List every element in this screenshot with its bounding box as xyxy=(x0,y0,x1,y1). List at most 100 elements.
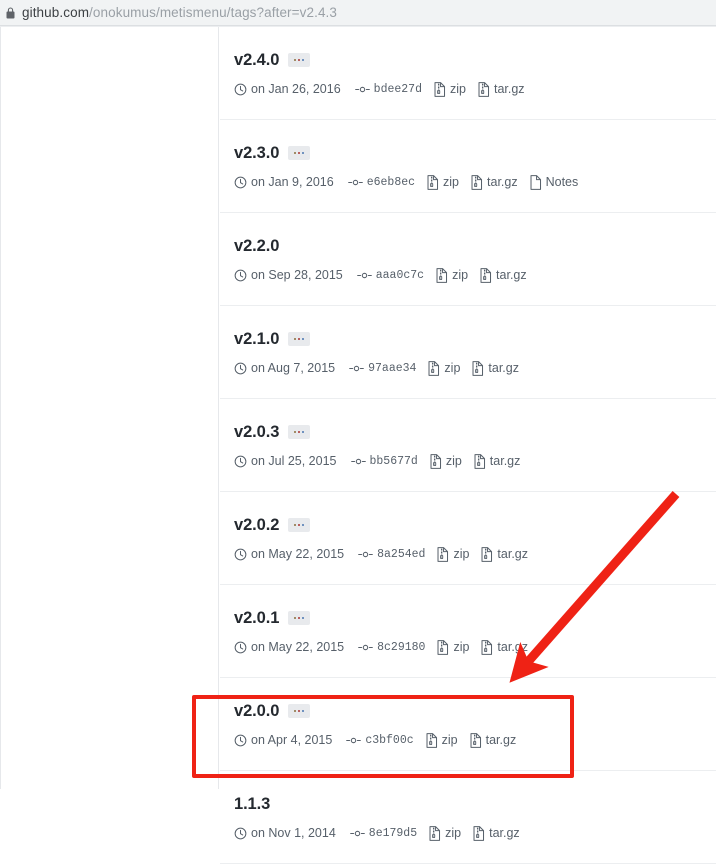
tag-date: on May 22, 2015 xyxy=(251,640,345,654)
download-zip-link: zip xyxy=(453,640,470,654)
file-zip-icon xyxy=(430,453,442,469)
download-targz-link-group[interactable]: tar.gz xyxy=(472,360,519,376)
kebab-dots-badge[interactable] xyxy=(288,53,311,67)
download-targz-link-group[interactable]: tar.gz xyxy=(478,81,525,97)
file-zip-icon xyxy=(434,81,446,97)
tag-commit-hash-group[interactable]: bb5677d xyxy=(350,455,418,468)
release-notes-link: Notes xyxy=(545,175,579,189)
clock-icon xyxy=(234,548,247,561)
clock-icon xyxy=(234,455,247,468)
tag-name-link[interactable]: 1.1.3 xyxy=(234,795,270,814)
kebab-dots-badge[interactable] xyxy=(288,146,311,160)
tag-date: on Jan 26, 2016 xyxy=(251,82,341,96)
tag-meta-line: on Apr 4, 2015 c3bf00c zip tar.gz xyxy=(234,731,716,749)
tag-commit-hash-group[interactable]: 8a254ed xyxy=(358,548,425,561)
release-notes-link-group[interactable]: Notes xyxy=(530,174,579,190)
tag-meta-line: on Jan 26, 2016 bdee27d zip tar.gz xyxy=(234,80,716,98)
page-body: v2.4.0 on Jan 26, 2016 bdee27d zip tar.gz v2.… xyxy=(0,26,716,864)
tag-name-link[interactable]: v2.0.2 xyxy=(234,516,279,535)
kebab-dots-badge[interactable] xyxy=(288,518,311,532)
file-zip-icon xyxy=(427,174,439,190)
download-targz-link-group[interactable]: tar.gz xyxy=(473,825,520,841)
download-zip-link-group[interactable]: zip xyxy=(436,267,469,283)
download-zip-link: zip xyxy=(453,547,470,561)
tag-name-link[interactable]: v2.0.3 xyxy=(234,423,279,442)
tag-name-line: v2.1.0 xyxy=(234,328,716,350)
download-zip-link-group[interactable]: zip xyxy=(426,732,458,748)
tag-name-link[interactable]: v2.2.0 xyxy=(234,237,279,256)
tag-row: v2.0.3 on Jul 25, 2015 bb5677d zip tar.gz xyxy=(220,399,716,492)
clock-icon xyxy=(234,827,247,840)
clock-icon xyxy=(234,176,247,189)
tag-name-line: v2.4.0 xyxy=(234,49,716,71)
download-targz-link-group[interactable]: tar.gz xyxy=(481,639,528,655)
tag-name-line: v2.3.0 xyxy=(234,142,716,164)
tag-meta-line: on Jul 25, 2015 bb5677d zip tar.gz xyxy=(234,452,716,470)
tag-commit-hash: 8c29180 xyxy=(377,640,426,654)
download-targz-link-group[interactable]: tar.gz xyxy=(474,453,521,469)
page-left-edge-border xyxy=(0,27,1,789)
tag-name-link[interactable]: v2.0.0 xyxy=(234,702,279,721)
tag-name-link[interactable]: v2.0.1 xyxy=(234,609,279,628)
tag-commit-hash-group[interactable]: 8c29180 xyxy=(358,641,425,654)
download-zip-link-group[interactable]: zip xyxy=(427,174,459,190)
tag-date-group: on Nov 1, 2014 xyxy=(234,826,336,840)
tag-commit-hash-group[interactable]: 8e179d5 xyxy=(349,827,417,840)
tag-row: v2.3.0 on Jan 9, 2016 e6eb8ec zip tar.gz Note… xyxy=(220,120,716,213)
tag-name-line: v2.0.0 xyxy=(234,700,716,722)
tag-date: on Sep 28, 2015 xyxy=(251,268,343,282)
file-zip-icon xyxy=(473,825,485,841)
tag-commit-hash-group[interactable]: aaa0c7c xyxy=(356,269,424,282)
tag-commit-hash-group[interactable]: bdee27d xyxy=(354,82,422,96)
tag-commit-hash: bdee27d xyxy=(373,82,422,96)
tag-name-link[interactable]: v2.3.0 xyxy=(234,144,279,163)
tag-commit-hash: 97aae34 xyxy=(368,361,417,375)
kebab-dots-badge[interactable] xyxy=(288,704,311,718)
tag-row: v2.0.0 on Apr 4, 2015 c3bf00c zip tar.gz xyxy=(220,678,716,771)
download-targz-link: tar.gz xyxy=(488,361,519,375)
tag-date-group: on Jul 25, 2015 xyxy=(234,454,337,468)
git-commit-icon xyxy=(347,176,363,189)
file-zip-icon xyxy=(429,825,441,841)
git-commit-icon xyxy=(349,362,364,375)
browser-url-bar[interactable]: github.com/onokumus/metismenu/tags?after… xyxy=(0,0,716,26)
file-icon xyxy=(530,174,542,190)
kebab-dots-badge[interactable] xyxy=(288,611,311,625)
tag-name-link[interactable]: v2.1.0 xyxy=(234,330,279,349)
download-targz-link: tar.gz xyxy=(493,82,525,96)
download-zip-link-group[interactable]: zip xyxy=(437,546,470,562)
clock-icon xyxy=(234,83,247,96)
left-gutter-column xyxy=(0,27,219,789)
download-zip-link-group[interactable]: zip xyxy=(428,360,460,376)
kebab-dots-badge[interactable] xyxy=(288,332,311,346)
download-zip-link-group[interactable]: zip xyxy=(430,453,462,469)
download-zip-link-group[interactable]: zip xyxy=(429,825,461,841)
kebab-dots-badge[interactable] xyxy=(288,425,311,439)
tag-commit-hash: c3bf00c xyxy=(365,733,414,747)
file-zip-icon xyxy=(481,639,493,655)
clock-icon xyxy=(234,362,247,375)
file-zip-icon xyxy=(436,267,448,283)
tag-date: on Jan 9, 2016 xyxy=(251,175,334,189)
download-targz-link-group[interactable]: tar.gz xyxy=(470,732,516,748)
download-targz-link-group[interactable]: tar.gz xyxy=(481,546,528,562)
tags-list: v2.4.0 on Jan 26, 2016 bdee27d zip tar.gz v2.… xyxy=(220,27,716,864)
tag-commit-hash-group[interactable]: e6eb8ec xyxy=(347,176,415,189)
tag-date-group: on Jan 26, 2016 xyxy=(234,82,341,96)
download-targz-link-group[interactable]: tar.gz xyxy=(471,174,518,190)
tag-name-link[interactable]: v2.4.0 xyxy=(234,51,279,70)
download-targz-link: tar.gz xyxy=(489,454,521,468)
download-zip-link-group[interactable]: zip xyxy=(437,639,470,655)
url-text[interactable]: github.com/onokumus/metismenu/tags?after… xyxy=(22,0,337,26)
tag-commit-hash: 8a254ed xyxy=(377,547,426,561)
tag-commit-hash-group[interactable]: c3bf00c xyxy=(346,733,414,747)
download-targz-link: tar.gz xyxy=(497,640,528,654)
tag-row: 1.1.3 on Nov 1, 2014 8e179d5 zip tar.gz xyxy=(220,771,716,864)
download-zip-link: zip xyxy=(452,268,469,282)
tag-commit-hash-group[interactable]: 97aae34 xyxy=(349,362,416,375)
url-path: /onokumus/metismenu/tags?after=v2.4.3 xyxy=(89,4,338,20)
download-targz-link-group[interactable]: tar.gz xyxy=(480,267,527,283)
download-zip-link-group[interactable]: zip xyxy=(434,81,466,97)
tag-date-group: on May 22, 2015 xyxy=(234,640,344,654)
git-commit-icon xyxy=(349,827,365,840)
